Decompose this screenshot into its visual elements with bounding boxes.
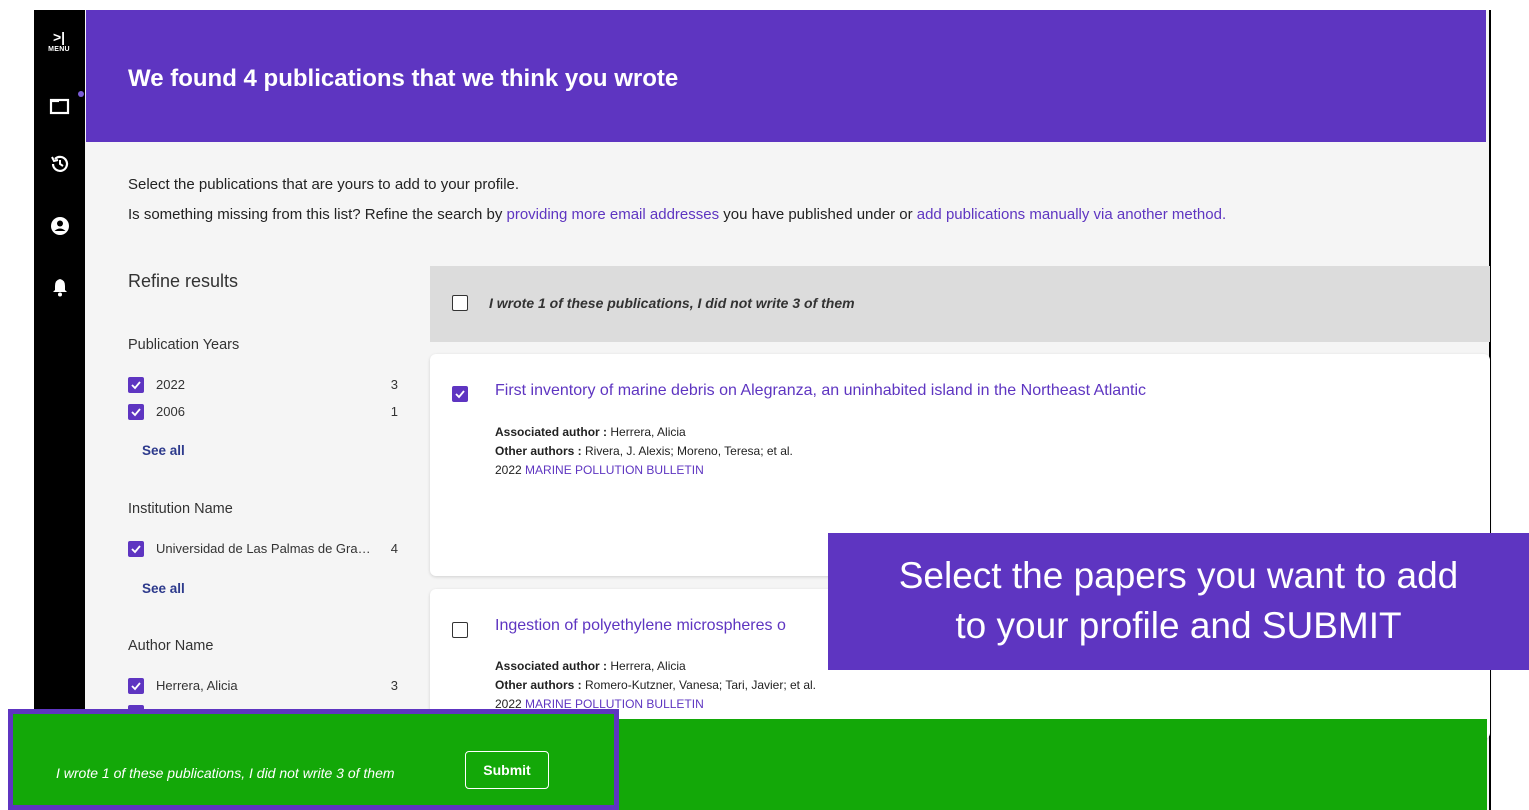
refine-results-title: Refine results (128, 271, 239, 291)
intro-text: Select the publications that are yours t… (128, 170, 1226, 230)
history-icon[interactable] (49, 153, 71, 175)
side-nav: >| MENU (34, 10, 85, 810)
see-all-institutions-link[interactable]: See all (142, 581, 185, 596)
submit-button[interactable]: Submit (465, 751, 549, 789)
checkbox-checked[interactable] (128, 678, 144, 694)
publication-checkbox-unchecked[interactable] (452, 622, 468, 638)
facet-title-institution-name: Institution Name (128, 501, 233, 517)
selection-summary: I wrote 1 of these publications, I did n… (489, 295, 855, 311)
select-all-checkbox[interactable] (452, 295, 468, 311)
bell-icon[interactable] (49, 276, 71, 298)
checkbox-checked[interactable] (128, 541, 144, 557)
intro-line-1: Select the publications that are yours t… (128, 176, 520, 193)
expand-menu-icon: >| (52, 29, 66, 45)
menu-toggle-button[interactable]: >| MENU (44, 30, 74, 53)
notification-dot (78, 91, 84, 97)
other-authors: Other authors : Rivera, J. Alexis; Moren… (495, 444, 793, 458)
add-manually-link[interactable]: add publications manually via another me… (917, 206, 1226, 223)
facet-title-publication-years: Publication Years (128, 337, 240, 353)
account-icon[interactable] (49, 215, 71, 237)
facet-option-institution[interactable]: Universidad de Las Palmas de Gra… 4 (128, 540, 398, 560)
page-title: We found 4 publications that we think yo… (128, 65, 679, 92)
facet-option-author[interactable]: Herrera, Alicia 3 (128, 677, 398, 697)
publication-title-link[interactable]: First inventory of marine debris on Aleg… (495, 382, 1146, 400)
publication-source: 2022 MARINE POLLUTION BULLETIN (495, 463, 704, 477)
footer-summary: I wrote 1 of these publications, I did n… (56, 765, 395, 781)
provide-emails-link[interactable]: providing more email addresses (507, 206, 720, 223)
associated-author: Associated author : Herrera, Alicia (495, 659, 686, 673)
publication-title-link[interactable]: Ingestion of polyethylene microspheres o (495, 617, 786, 635)
journal-link[interactable]: MARINE POLLUTION BULLETIN (525, 463, 704, 477)
select-all-bar: I wrote 1 of these publications, I did n… (430, 266, 1490, 342)
menu-label: MENU (48, 46, 70, 53)
publication-checkbox-checked[interactable] (452, 386, 468, 402)
intro-line-2: Is something missing from this list? Ref… (128, 206, 1227, 223)
facet-title-author-name: Author Name (128, 638, 214, 654)
instruction-callout: Select the papers you want to add to you… (828, 533, 1529, 670)
associated-author: Associated author : Herrera, Alicia (495, 425, 686, 439)
checkbox-checked[interactable] (128, 377, 144, 393)
folder-icon[interactable] (49, 91, 84, 117)
page-banner: We found 4 publications that we think yo… (86, 10, 1486, 142)
see-all-years-link[interactable]: See all (142, 443, 185, 458)
other-authors: Other authors : Romero-Kutzner, Vanesa; … (495, 678, 817, 692)
facet-option-2006[interactable]: 2006 1 (128, 403, 398, 423)
checkbox-checked[interactable] (128, 404, 144, 420)
facet-option-2022[interactable]: 2022 3 (128, 376, 398, 396)
